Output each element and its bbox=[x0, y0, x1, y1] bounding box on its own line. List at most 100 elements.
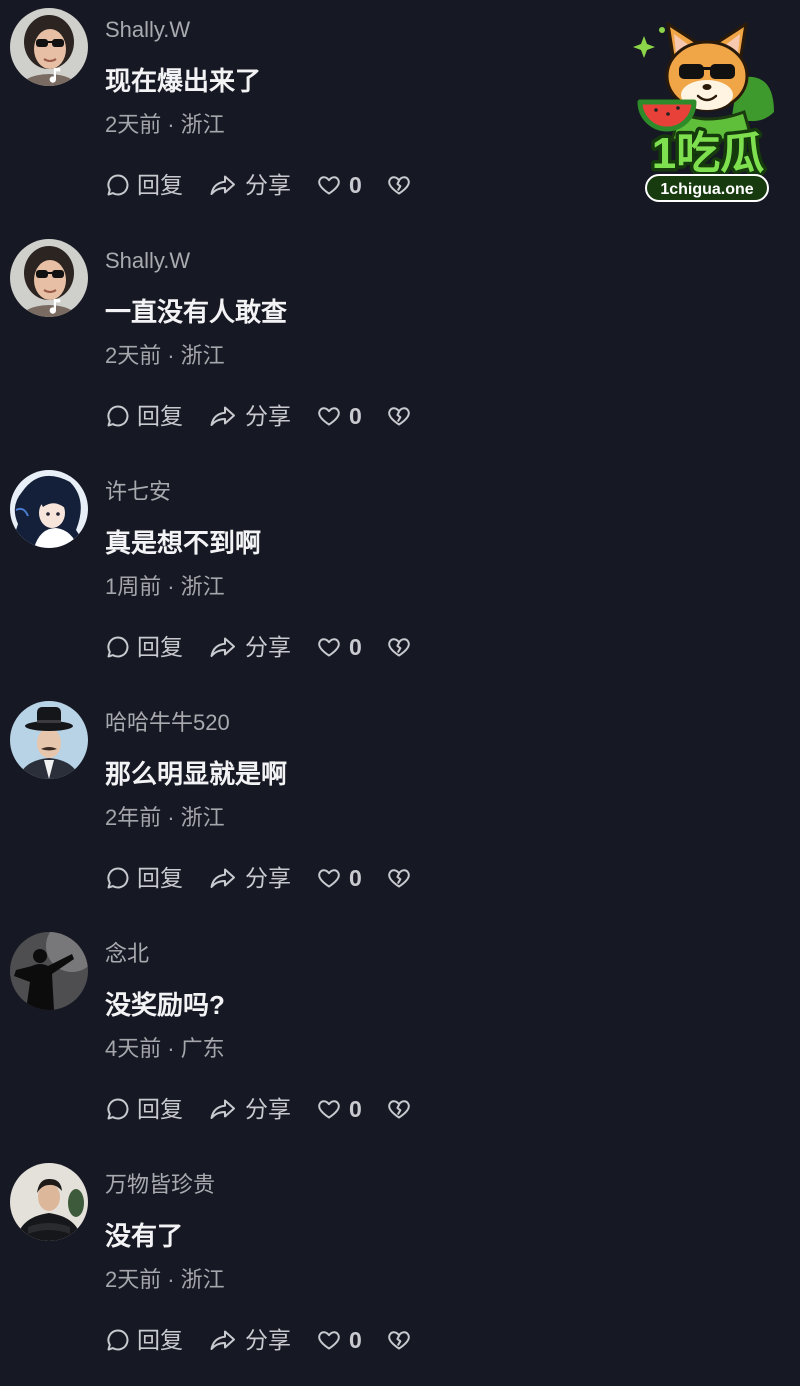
comment-meta: 2年前 · 浙江 bbox=[105, 803, 225, 833]
avatar[interactable] bbox=[10, 932, 88, 1010]
avatar-woman-sunglasses-icon bbox=[10, 239, 88, 317]
avatar[interactable] bbox=[10, 470, 88, 548]
share-arrow-icon bbox=[209, 403, 237, 429]
share-button[interactable]: 分享 bbox=[209, 1093, 291, 1125]
share-arrow-icon bbox=[209, 865, 237, 891]
broken-heart-icon bbox=[387, 172, 411, 198]
comment-item: Shally.W 一直没有人敢查 2天前 · 浙江 回复 分享 0 bbox=[0, 231, 800, 462]
dislike-button[interactable] bbox=[387, 1096, 411, 1122]
comment-location: 浙江 bbox=[180, 112, 225, 137]
like-button[interactable]: 0 bbox=[317, 631, 362, 663]
like-button[interactable]: 0 bbox=[317, 1093, 362, 1125]
comment-text: 那么明显就是啊 bbox=[105, 759, 288, 789]
share-button[interactable]: 分享 bbox=[209, 631, 291, 663]
heart-icon bbox=[317, 403, 341, 429]
comment-meta: 1周前 · 浙江 bbox=[105, 572, 225, 602]
comment-location: 浙江 bbox=[180, 343, 225, 368]
share-label: 分享 bbox=[245, 1327, 291, 1353]
comment-list: Shally.W 现在爆出来了 2天前 · 浙江 回复 分享 0 Shally.… bbox=[0, 0, 800, 1386]
reply-button[interactable]: 回复 bbox=[105, 1093, 183, 1125]
avatar-anime-girl-icon bbox=[10, 470, 88, 548]
reply-button[interactable]: 回复 bbox=[105, 169, 183, 201]
comment-username[interactable]: Shally.W bbox=[105, 246, 190, 276]
share-arrow-icon bbox=[209, 1096, 237, 1122]
like-count: 0 bbox=[349, 634, 362, 660]
comment-username[interactable]: Shally.W bbox=[105, 15, 190, 45]
comment-meta: 2天前 · 浙江 bbox=[105, 1265, 225, 1295]
heart-icon bbox=[317, 865, 341, 891]
reply-label: 回复 bbox=[137, 1096, 183, 1122]
share-label: 分享 bbox=[245, 1096, 291, 1122]
comment-actions: 回复 分享 0 bbox=[105, 1324, 411, 1356]
avatar[interactable] bbox=[10, 239, 88, 317]
comment-time: 2天前 bbox=[105, 343, 162, 368]
comment-bubble-icon bbox=[105, 1096, 131, 1122]
share-arrow-icon bbox=[209, 634, 237, 660]
reply-button[interactable]: 回复 bbox=[105, 631, 183, 663]
share-button[interactable]: 分享 bbox=[209, 400, 291, 432]
share-button[interactable]: 分享 bbox=[209, 1324, 291, 1356]
meta-separator: · bbox=[167, 574, 175, 599]
like-button[interactable]: 0 bbox=[317, 862, 362, 894]
avatar-silhouette-icon bbox=[10, 932, 88, 1010]
reply-label: 回复 bbox=[137, 172, 183, 198]
comment-username[interactable]: 念北 bbox=[105, 939, 149, 969]
heart-icon bbox=[317, 1096, 341, 1122]
meta-separator: · bbox=[167, 1267, 175, 1292]
avatar-woman-sunglasses-icon bbox=[10, 8, 88, 86]
comment-actions: 回复 分享 0 bbox=[105, 1093, 411, 1125]
comment-time: 2天前 bbox=[105, 112, 162, 137]
dislike-button[interactable] bbox=[387, 403, 411, 429]
comment-username[interactable]: 哈哈牛牛520 bbox=[105, 708, 230, 738]
like-count: 0 bbox=[349, 865, 362, 891]
meta-separator: · bbox=[167, 343, 175, 368]
comment-meta: 2天前 · 浙江 bbox=[105, 110, 225, 140]
comment-meta: 2天前 · 浙江 bbox=[105, 341, 225, 371]
dislike-button[interactable] bbox=[387, 172, 411, 198]
comment-location: 浙江 bbox=[180, 574, 225, 599]
reply-label: 回复 bbox=[137, 865, 183, 891]
reply-button[interactable]: 回复 bbox=[105, 862, 183, 894]
meta-separator: · bbox=[167, 112, 175, 137]
meta-separator: · bbox=[167, 1036, 175, 1061]
comment-time: 4天前 bbox=[105, 1036, 162, 1061]
comment-bubble-icon bbox=[105, 1327, 131, 1353]
like-count: 0 bbox=[349, 1327, 362, 1353]
comment-text: 现在爆出来了 bbox=[105, 66, 262, 96]
comment-time: 1周前 bbox=[105, 574, 162, 599]
comment-bubble-icon bbox=[105, 403, 131, 429]
comment-item: 念北 没奖励吗? 4天前 · 广东 回复 分享 0 bbox=[0, 924, 800, 1155]
reply-button[interactable]: 回复 bbox=[105, 400, 183, 432]
comment-item: 哈哈牛牛520 那么明显就是啊 2年前 · 浙江 回复 分享 0 bbox=[0, 693, 800, 924]
comment-time: 2年前 bbox=[105, 805, 162, 830]
like-button[interactable]: 0 bbox=[317, 169, 362, 201]
share-label: 分享 bbox=[245, 634, 291, 660]
comment-item: 万物皆珍贵 没有了 2天前 · 浙江 回复 分享 0 bbox=[0, 1155, 800, 1386]
avatar[interactable] bbox=[10, 701, 88, 779]
dislike-button[interactable] bbox=[387, 1327, 411, 1353]
like-button[interactable]: 0 bbox=[317, 400, 362, 432]
comment-username[interactable]: 万物皆珍贵 bbox=[105, 1170, 215, 1200]
avatar[interactable] bbox=[10, 8, 88, 86]
avatar[interactable] bbox=[10, 1163, 88, 1241]
broken-heart-icon bbox=[387, 403, 411, 429]
share-arrow-icon bbox=[209, 1327, 237, 1353]
comment-username[interactable]: 许七安 bbox=[105, 477, 171, 507]
comment-item: Shally.W 现在爆出来了 2天前 · 浙江 回复 分享 0 bbox=[0, 0, 800, 231]
dislike-button[interactable] bbox=[387, 865, 411, 891]
avatar-man-black-shirt-icon bbox=[10, 1163, 88, 1241]
dislike-button[interactable] bbox=[387, 634, 411, 660]
comment-text: 真是想不到啊 bbox=[105, 528, 262, 558]
comment-actions: 回复 分享 0 bbox=[105, 862, 411, 894]
like-button[interactable]: 0 bbox=[317, 1324, 362, 1356]
avatar-man-hat-icon bbox=[10, 701, 88, 779]
share-button[interactable]: 分享 bbox=[209, 169, 291, 201]
heart-icon bbox=[317, 634, 341, 660]
comment-bubble-icon bbox=[105, 172, 131, 198]
reply-button[interactable]: 回复 bbox=[105, 1324, 183, 1356]
share-button[interactable]: 分享 bbox=[209, 862, 291, 894]
reply-label: 回复 bbox=[137, 403, 183, 429]
meta-separator: · bbox=[167, 805, 175, 830]
share-arrow-icon bbox=[209, 172, 237, 198]
like-count: 0 bbox=[349, 403, 362, 429]
